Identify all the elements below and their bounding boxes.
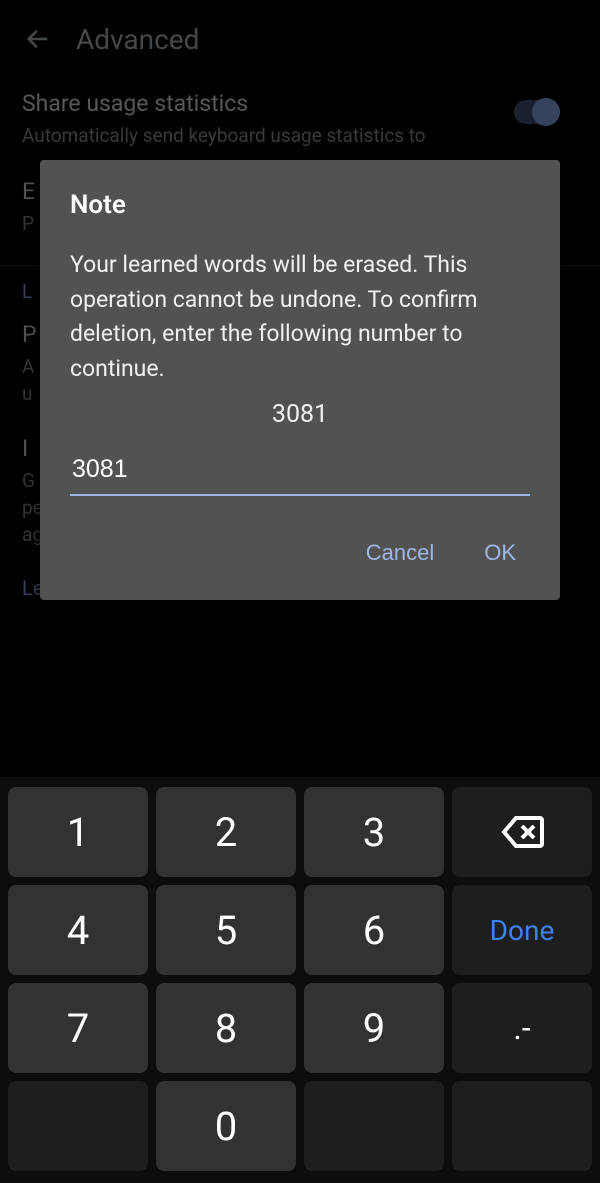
page-title: Advanced bbox=[76, 23, 199, 56]
key-symbol[interactable]: .- bbox=[452, 983, 592, 1073]
key-blank-left bbox=[8, 1081, 148, 1171]
key-blank-far-right bbox=[452, 1081, 592, 1171]
key-4[interactable]: 4 bbox=[8, 885, 148, 975]
setting-desc: Automatically send keyboard usage statis… bbox=[22, 123, 472, 150]
key-3[interactable]: 3 bbox=[304, 787, 444, 877]
numeric-keypad: 1 2 3 4 5 6 Done 7 8 9 .- 0 bbox=[0, 777, 600, 1183]
key-0[interactable]: 0 bbox=[156, 1081, 296, 1171]
dialog-confirm-number: 3081 bbox=[70, 400, 530, 429]
key-backspace[interactable] bbox=[452, 787, 592, 877]
dialog-title: Note bbox=[70, 190, 530, 220]
toggle-switch[interactable] bbox=[514, 100, 558, 124]
arrow-left-icon bbox=[24, 25, 52, 53]
key-blank-right bbox=[304, 1081, 444, 1171]
backspace-icon bbox=[498, 808, 546, 856]
key-1[interactable]: 1 bbox=[8, 787, 148, 877]
key-7[interactable]: 7 bbox=[8, 983, 148, 1073]
setting-title: Share usage statistics bbox=[22, 90, 578, 117]
key-done[interactable]: Done bbox=[452, 885, 592, 975]
confirm-number-input[interactable] bbox=[70, 449, 530, 496]
ok-button[interactable]: OK bbox=[476, 532, 524, 574]
key-5[interactable]: 5 bbox=[156, 885, 296, 975]
back-button[interactable] bbox=[18, 19, 58, 59]
dialog-body: Your learned words will be erased. This … bbox=[70, 248, 530, 386]
setting-share-stats[interactable]: Share usage statistics Automatically sen… bbox=[22, 90, 578, 150]
key-2[interactable]: 2 bbox=[156, 787, 296, 877]
key-9[interactable]: 9 bbox=[304, 983, 444, 1073]
key-8[interactable]: 8 bbox=[156, 983, 296, 1073]
confirm-delete-dialog: Note Your learned words will be erased. … bbox=[40, 160, 560, 600]
key-6[interactable]: 6 bbox=[304, 885, 444, 975]
cancel-button[interactable]: Cancel bbox=[352, 532, 448, 574]
